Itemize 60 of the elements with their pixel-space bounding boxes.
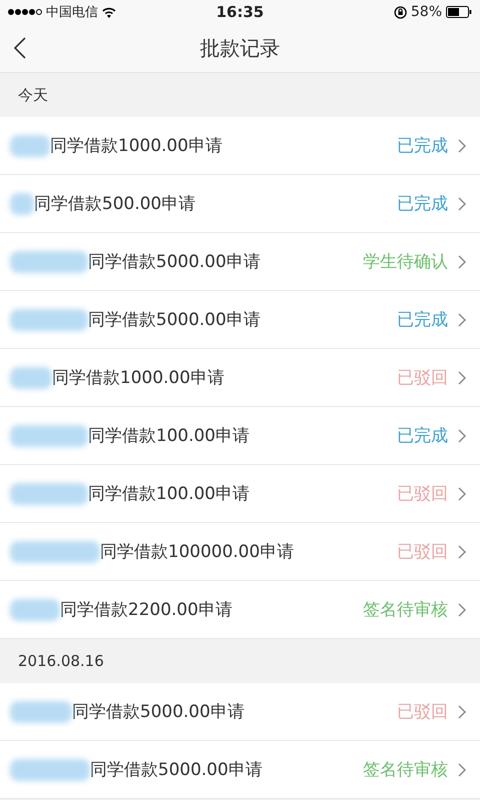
record-title: 同学借款2200.00申请 — [60, 599, 232, 621]
battery-percent: 58% — [410, 4, 442, 20]
signal-icon — [8, 8, 42, 16]
record-row[interactable]: 同学借款5000.00申请 已完成 — [0, 291, 480, 349]
record-row[interactable]: 同学借款100.00申请 已完成 — [0, 407, 480, 465]
blurred-name — [10, 134, 50, 156]
carrier-name: 中国电信 — [46, 4, 98, 21]
record-title: 同学借款5000.00申请 — [88, 251, 260, 273]
status-label: 已完成 — [397, 425, 448, 447]
record-title: 同学借款100.00申请 — [88, 483, 250, 505]
chevron-right-icon — [458, 312, 466, 326]
record-row[interactable]: 同学借款500.00申请 已完成 — [0, 175, 480, 233]
record-title: 同学借款500.00申请 — [34, 193, 196, 215]
chevron-right-icon — [458, 196, 466, 210]
status-label: 已驳回 — [397, 367, 448, 389]
chevron-right-icon — [458, 704, 466, 718]
record-row[interactable]: 同学借款1000.00申请 已完成 — [0, 117, 480, 175]
record-title: 同学借款100000.00申请 — [100, 541, 294, 563]
battery-icon — [446, 6, 472, 18]
chevron-right-icon — [458, 138, 466, 152]
blurred-name — [10, 192, 34, 214]
record-row[interactable]: 同学借款5000.00申请 学生待确认 — [0, 233, 480, 291]
page-title: 批款记录 — [200, 34, 280, 62]
chevron-right-icon — [458, 370, 466, 384]
wifi-icon — [102, 6, 116, 18]
record-title: 同学借款5000.00申请 — [90, 759, 262, 781]
record-row[interactable]: 同学借款2200.00申请 签名待审核 — [0, 581, 480, 639]
record-row[interactable]: 同学借款5000.00申请 签名待审核 — [0, 741, 480, 799]
record-row[interactable]: 同学借款5000.00申请 已驳回 — [0, 683, 480, 741]
blurred-name — [10, 700, 72, 722]
section-header: 今天 — [18, 86, 48, 104]
record-title: 同学借款1000.00申请 — [52, 367, 224, 389]
record-title: 同学借款100.00申请 — [88, 425, 250, 447]
section-header: 2016.08.16 — [18, 652, 104, 670]
status-label: 学生待确认 — [363, 251, 448, 273]
blurred-name — [10, 366, 52, 388]
status-time: 16:35 — [216, 3, 264, 21]
status-label: 已完成 — [397, 193, 448, 215]
chevron-right-icon — [458, 428, 466, 442]
rotation-lock-icon — [394, 6, 407, 18]
record-row[interactable]: 同学借款100000.00申请 已驳回 — [0, 523, 480, 581]
chevron-right-icon — [458, 762, 466, 776]
status-label: 已驳回 — [397, 701, 448, 723]
status-label: 已驳回 — [397, 541, 448, 563]
chevron-right-icon — [458, 544, 466, 558]
blurred-name — [10, 598, 60, 620]
status-label: 签名待审核 — [363, 759, 448, 781]
status-label: 已完成 — [397, 309, 448, 331]
record-row[interactable]: 同学借款100.00申请 已驳回 — [0, 465, 480, 523]
record-title: 同学借款5000.00申请 — [88, 309, 260, 331]
status-label: 已驳回 — [397, 483, 448, 505]
record-row[interactable]: 同学借款1000.00申请 已驳回 — [0, 349, 480, 407]
chevron-right-icon — [458, 486, 466, 500]
back-icon — [14, 37, 26, 59]
chevron-right-icon — [458, 254, 466, 268]
status-label: 已完成 — [397, 135, 448, 157]
chevron-right-icon — [458, 602, 466, 616]
record-title: 同学借款1000.00申请 — [50, 135, 222, 157]
record-title: 同学借款5000.00申请 — [72, 701, 244, 723]
status-label: 签名待审核 — [363, 599, 448, 621]
